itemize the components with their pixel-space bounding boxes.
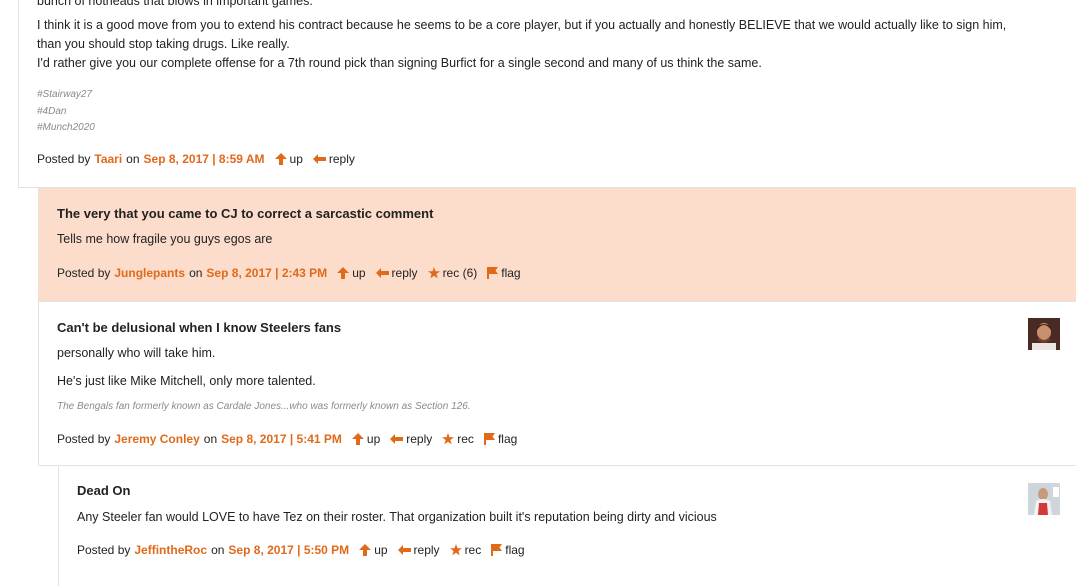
up-button[interactable]: up	[351, 432, 381, 446]
up-button[interactable]: up	[274, 152, 303, 166]
comment-body: Tells me how fragile you guys egos are	[57, 230, 1058, 249]
posted-by-label: Posted by	[77, 543, 131, 557]
flag-button[interactable]: flag	[491, 543, 525, 557]
comment-text: than you should stop taking drugs. Like …	[37, 37, 290, 51]
posted-by-label: Posted by	[57, 266, 111, 280]
hashtag: #Munch2020	[37, 122, 95, 133]
comment-text: He's just like Mike Mitchell, only more …	[57, 374, 316, 388]
comment-body: personally who will take him. He's just …	[57, 344, 1058, 391]
comment-text: I'd rather give you our complete offense…	[37, 56, 762, 70]
arrow-up-icon	[351, 433, 364, 445]
flag-label: flag	[501, 266, 521, 280]
comment-meta: Posted by JeffintheRoc on Sep 8, 2017 | …	[77, 543, 1058, 557]
reply-button[interactable]: reply	[375, 266, 418, 280]
hashtag: #4Dan	[37, 105, 67, 117]
comment-meta: Posted by Junglepants on Sep 8, 2017 | 2…	[57, 266, 1058, 280]
date-link[interactable]: Sep 8, 2017 | 2:43 PM	[206, 266, 327, 280]
comment-text: Tells me how fragile you guys egos are	[57, 232, 273, 246]
author-link[interactable]: Junglepants	[114, 266, 185, 280]
reply-arrow-icon	[375, 267, 389, 279]
comment-title: Can't be delusional when I know Steelers…	[57, 320, 342, 335]
author-link[interactable]: Jeremy Conley	[114, 432, 199, 446]
flag-label: flag	[505, 543, 525, 557]
flag-button[interactable]: flag	[483, 432, 518, 446]
posted-by-label: Posted by	[37, 152, 91, 166]
up-button[interactable]: up	[337, 266, 366, 280]
flag-label: flag	[497, 432, 518, 446]
flag-icon	[491, 544, 503, 556]
comment-text: Any Steeler fan would LOVE to have Tez o…	[77, 510, 717, 524]
star-icon	[449, 544, 462, 556]
reply-label: reply	[391, 266, 418, 280]
rec-label: rec	[464, 543, 482, 557]
comment-text: bunch of hotheads that blows in importan…	[37, 0, 313, 8]
on-label: on	[203, 432, 218, 446]
comment-text: I think it is a good move from you to ex…	[37, 18, 1007, 32]
up-label: up	[289, 152, 303, 166]
date-link[interactable]: Sep 8, 2017 | 8:59 AM	[144, 152, 265, 166]
arrow-up-icon	[359, 544, 372, 556]
comment-body: Any Steeler fan would LOVE to have Tez o…	[77, 508, 1058, 527]
author-link[interactable]: Taari	[94, 152, 122, 166]
hashtag: #Stairway27	[37, 89, 93, 100]
reply-label: reply	[413, 543, 440, 557]
on-label: on	[126, 152, 140, 166]
up-label: up	[374, 543, 388, 557]
reply-label: reply	[406, 432, 433, 446]
recommend-button[interactable]: rec (6)	[427, 266, 478, 280]
reply-label: reply	[328, 152, 355, 166]
up-button[interactable]: up	[359, 543, 388, 557]
reply-arrow-icon	[312, 153, 326, 165]
date-link[interactable]: Sep 8, 2017 | 5:50 PM	[228, 543, 349, 557]
reply-button[interactable]: reply	[397, 543, 440, 557]
comment-jeremy-conley: Can't be delusional when I know Steelers…	[38, 301, 1076, 466]
comment-junglepants: The very that you came to CJ to correct …	[38, 188, 1076, 301]
reply-arrow-icon	[390, 433, 404, 445]
reply-arrow-icon	[397, 544, 411, 556]
comment-title: Dead On	[77, 483, 131, 498]
comment-title: The very that you came to CJ to correct …	[57, 206, 434, 221]
flag-icon	[487, 267, 499, 279]
author-link[interactable]: JeffintheRoc	[134, 543, 207, 557]
flag-icon	[483, 433, 495, 445]
reply-button[interactable]: reply	[312, 152, 355, 166]
comment-meta: Posted by Jeremy Conley on Sep 8, 2017 |…	[57, 432, 1058, 446]
arrow-up-icon	[337, 267, 350, 279]
star-icon	[427, 267, 440, 279]
recommend-button[interactable]: rec	[442, 432, 474, 446]
star-icon	[442, 433, 455, 445]
reply-button[interactable]: reply	[390, 432, 432, 446]
recommend-button[interactable]: rec	[449, 543, 482, 557]
up-label: up	[352, 266, 366, 280]
posted-by-label: Posted by	[57, 432, 111, 446]
comment-body: bunch of hotheads that blows in importan…	[37, 0, 1058, 73]
rec-label: rec (6)	[442, 266, 478, 280]
hashtags: #Stairway27 #4Dan #Munch2020	[37, 87, 1058, 137]
rec-label: rec	[457, 432, 474, 446]
signature: The Bengals fan formerly known as Cardal…	[57, 401, 471, 412]
flag-button[interactable]: flag	[487, 266, 521, 280]
comment-taari: bunch of hotheads that blows in importan…	[18, 0, 1076, 188]
comment-meta: Posted by Taari on Sep 8, 2017 | 8:59 AM…	[37, 152, 1058, 166]
date-link[interactable]: Sep 8, 2017 | 5:41 PM	[221, 432, 342, 446]
up-label: up	[366, 432, 381, 446]
arrow-up-icon	[274, 153, 287, 165]
on-label: on	[211, 543, 225, 557]
comment-text: personally who will take him.	[57, 346, 216, 360]
comment-jeffintheroc: Dead On Any Steeler fan would LOVE to ha…	[58, 466, 1076, 586]
on-label: on	[189, 266, 203, 280]
